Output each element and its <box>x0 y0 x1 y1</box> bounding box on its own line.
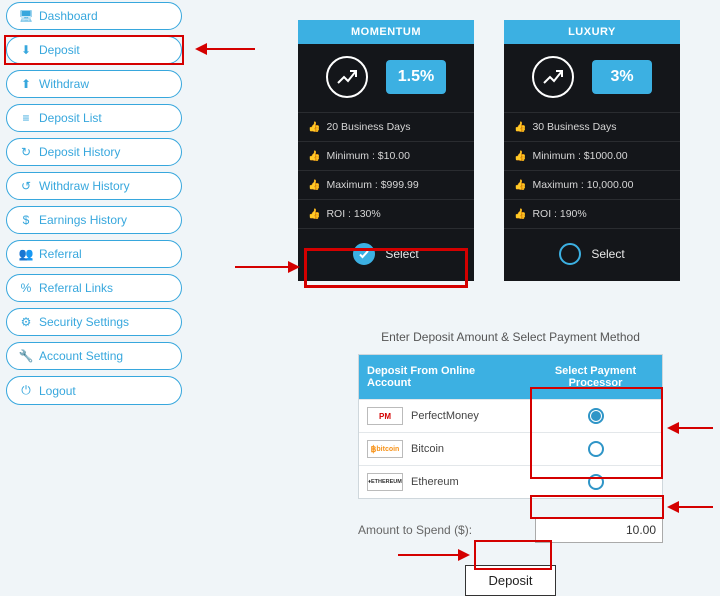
deposit-button-wrap: Deposit <box>358 565 663 596</box>
chart-up-icon <box>532 56 574 98</box>
amount-row: Amount to Spend ($): <box>358 517 663 543</box>
thumb-icon: 👍 <box>514 180 526 191</box>
nav-withdraw[interactable]: ⬆ Withdraw <box>6 70 182 98</box>
radio-checked-icon <box>353 243 375 265</box>
nav-dashboard[interactable]: 🖥 Dashboard <box>6 2 182 30</box>
nav-referral-links[interactable]: % Referral Links <box>6 274 182 302</box>
plan-select-button[interactable]: Select <box>504 228 680 281</box>
table-header: Deposit From Online Account Select Payme… <box>359 355 662 399</box>
nav-label: Account Setting <box>39 349 123 363</box>
thumb-icon: 👍 <box>308 180 320 191</box>
list-icon: ≡ <box>19 111 33 125</box>
power-icon: ⏻ <box>19 383 33 398</box>
wrench-icon: 🔧 <box>19 349 33 363</box>
nav-deposit-history[interactable]: ↻ Deposit History <box>6 138 182 166</box>
nav-label: Logout <box>39 384 76 398</box>
thumb-icon: 👍 <box>308 209 320 220</box>
processor-name: PerfectMoney <box>411 410 479 422</box>
upload-icon: ⬆ <box>19 77 33 91</box>
annotation-arrow <box>205 48 255 50</box>
deposit-heading: Enter Deposit Amount & Select Payment Me… <box>358 330 663 344</box>
annotation-arrow <box>677 506 713 508</box>
nav-label: Deposit List <box>39 111 102 125</box>
thumb-icon: 👍 <box>514 209 526 220</box>
users-icon: 👥 <box>19 247 33 261</box>
deposit-section: Enter Deposit Amount & Select Payment Me… <box>358 330 663 596</box>
amount-input[interactable] <box>535 517 663 543</box>
plan-head: 3% <box>504 44 680 112</box>
nav-earnings-history[interactable]: $ Earnings History <box>6 206 182 234</box>
nav-label: Deposit <box>39 43 80 57</box>
select-label: Select <box>385 247 418 261</box>
nav-label: Referral <box>39 247 82 261</box>
nav-label: Withdraw <box>39 77 89 91</box>
processor-radio[interactable] <box>588 408 604 424</box>
col-account: Deposit From Online Account <box>359 355 529 399</box>
ethereum-logo-icon: ♦ETHEREUM <box>367 473 403 491</box>
plan-cards: MOMENTUM 1.5% 👍20 Business Days 👍Minimum… <box>298 20 680 281</box>
plan-duration: 👍30 Business Days <box>504 112 680 141</box>
nav-account-setting[interactable]: 🔧 Account Setting <box>6 342 182 370</box>
history-icon: ↻ <box>19 145 33 159</box>
thumb-icon: 👍 <box>514 151 526 162</box>
plan-title: MOMENTUM <box>298 20 474 44</box>
plan-maximum: 👍Maximum : 10,000.00 <box>504 170 680 199</box>
perfectmoney-logo-icon: PM <box>367 407 403 425</box>
nav-referral[interactable]: 👥 Referral <box>6 240 182 268</box>
nav-label: Security Settings <box>39 315 129 329</box>
nav-deposit-list[interactable]: ≡ Deposit List <box>6 104 182 132</box>
payment-table: Deposit From Online Account Select Payme… <box>358 354 663 499</box>
dashboard-icon: 🖥 <box>19 9 33 23</box>
select-label: Select <box>591 247 624 261</box>
thumb-icon: 👍 <box>514 122 526 133</box>
processor-radio[interactable] <box>588 474 604 490</box>
processor-radio[interactable] <box>588 441 604 457</box>
shield-icon: ⚙ <box>19 315 33 329</box>
download-icon: ⬇ <box>19 43 33 57</box>
nav-label: Referral Links <box>39 281 113 295</box>
dollar-icon: $ <box>19 213 33 227</box>
col-processor: Select Payment Processor <box>529 355 662 399</box>
chart-up-icon <box>326 56 368 98</box>
thumb-icon: 👍 <box>308 122 320 133</box>
nav-label: Deposit History <box>39 145 120 159</box>
plan-maximum: 👍Maximum : $999.99 <box>298 170 474 199</box>
plan-rate: 3% <box>592 60 652 94</box>
nav-deposit[interactable]: ⬇ Deposit <box>6 36 182 64</box>
radio-unchecked-icon <box>559 243 581 265</box>
annotation-arrow <box>235 266 290 268</box>
plan-roi: 👍ROI : 190% <box>504 199 680 228</box>
plan-minimum: 👍Minimum : $10.00 <box>298 141 474 170</box>
nav-withdraw-history[interactable]: ↺ Withdraw History <box>6 172 182 200</box>
plan-rate: 1.5% <box>386 60 446 94</box>
plan-select-button[interactable]: Select <box>298 228 474 281</box>
plan-momentum: MOMENTUM 1.5% 👍20 Business Days 👍Minimum… <box>298 20 474 281</box>
plan-roi: 👍ROI : 130% <box>298 199 474 228</box>
nav-security-settings[interactable]: ⚙ Security Settings <box>6 308 182 336</box>
processor-row-bitcoin: ฿bitcoin Bitcoin <box>359 432 662 465</box>
thumb-icon: 👍 <box>308 151 320 162</box>
plan-head: 1.5% <box>298 44 474 112</box>
nav-label: Withdraw History <box>39 179 130 193</box>
bitcoin-logo-icon: ฿bitcoin <box>367 440 403 458</box>
nav-label: Earnings History <box>39 213 127 227</box>
annotation-arrow <box>677 427 713 429</box>
plan-duration: 👍20 Business Days <box>298 112 474 141</box>
processor-row-ethereum: ♦ETHEREUM Ethereum <box>359 465 662 498</box>
deposit-button[interactable]: Deposit <box>465 565 555 596</box>
link-icon: % <box>19 281 33 295</box>
plan-minimum: 👍Minimum : $1000.00 <box>504 141 680 170</box>
processor-row-perfectmoney: PM PerfectMoney <box>359 399 662 432</box>
plan-title: LUXURY <box>504 20 680 44</box>
history-icon: ↺ <box>19 179 33 193</box>
nav-logout[interactable]: ⏻ Logout <box>6 376 182 405</box>
nav-label: Dashboard <box>39 9 98 23</box>
sidebar: 🖥 Dashboard ⬇ Deposit ⬆ Withdraw ≡ Deposit L… <box>6 2 182 411</box>
amount-label: Amount to Spend ($): <box>358 523 472 537</box>
plan-luxury: LUXURY 3% 👍30 Business Days 👍Minimum : $… <box>504 20 680 281</box>
processor-name: Ethereum <box>411 476 459 488</box>
processor-name: Bitcoin <box>411 443 444 455</box>
